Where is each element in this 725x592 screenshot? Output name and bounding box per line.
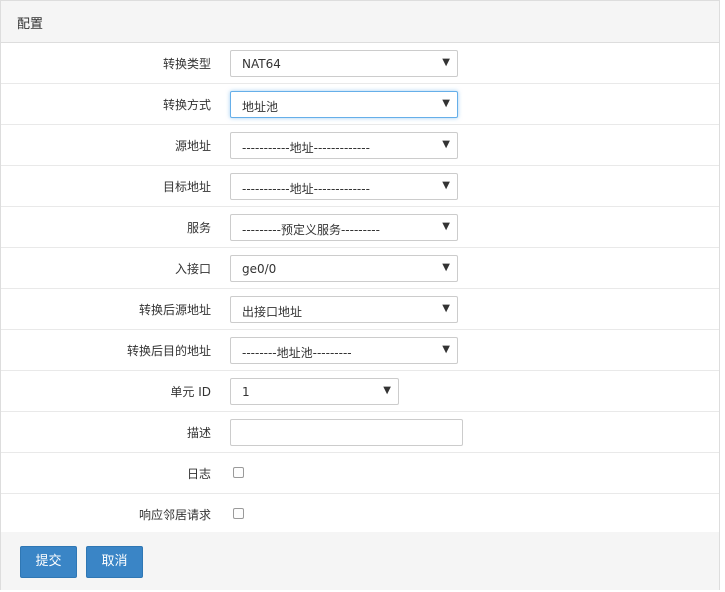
destination-address-value: -----------地址-------------: [242, 182, 370, 196]
form-row-destination-address: 目标地址 -----------地址------------- ▼: [1, 166, 719, 207]
source-address-select[interactable]: -----------地址------------- ▼: [230, 132, 458, 159]
form-row-unit-id: 单元 ID 1 ▼: [1, 371, 719, 412]
ingress-interface-label: 入接口: [174, 262, 211, 276]
dropdown-caret-icon: ▼: [442, 180, 450, 191]
translation-mode-label: 转换方式: [162, 98, 211, 112]
translation-type-label: 转换类型: [162, 57, 211, 71]
submit-button[interactable]: 提交: [20, 546, 77, 578]
translated-destination-select[interactable]: --------地址池--------- ▼: [230, 337, 458, 364]
form-row-service: 服务 ---------预定义服务--------- ▼: [1, 207, 719, 248]
cancel-button[interactable]: 取消: [86, 546, 143, 578]
translated-source-value: 出接口地址: [242, 305, 303, 319]
source-address-label: 源地址: [174, 139, 211, 153]
config-panel: 配置 转换类型 NAT64 ▼ 转换方式 地址池 ▼ 源地址 ---------…: [0, 0, 720, 590]
form-row-translated-source: 转换后源地址 出接口地址 ▼: [1, 289, 719, 330]
translated-source-select[interactable]: 出接口地址 ▼: [230, 296, 458, 323]
panel-heading: 配置: [1, 1, 719, 43]
translation-mode-select[interactable]: 地址池 ▼: [230, 91, 458, 118]
dropdown-caret-icon: ▼: [442, 139, 450, 150]
dropdown-caret-icon: ▼: [383, 385, 391, 396]
translation-mode-value: 地址池: [242, 100, 279, 114]
ingress-interface-value: ge0/0: [242, 262, 277, 276]
form-row-translation-mode: 转换方式 地址池 ▼: [1, 84, 719, 125]
ingress-interface-select[interactable]: ge0/0 ▼: [230, 255, 458, 282]
translated-source-label: 转换后源地址: [138, 303, 211, 317]
dropdown-caret-icon: ▼: [442, 262, 450, 273]
proxy-arp-checkbox[interactable]: [233, 508, 244, 519]
form-row-description: 描述: [1, 412, 719, 453]
destination-address-label: 目标地址: [162, 180, 211, 194]
panel-title: 配置: [17, 17, 44, 32]
source-address-value: -----------地址-------------: [242, 141, 370, 155]
translation-type-value: NAT64: [242, 57, 281, 71]
form-row-proxy-arp: 响应邻居请求: [1, 494, 719, 535]
form-row-source-address: 源地址 -----------地址------------- ▼: [1, 125, 719, 166]
proxy-arp-label: 响应邻居请求: [138, 508, 211, 522]
form-row-translation-type: 转换类型 NAT64 ▼: [1, 43, 719, 84]
translated-destination-value: --------地址池---------: [242, 346, 352, 360]
dropdown-caret-icon: ▼: [442, 344, 450, 355]
form-row-translated-destination: 转换后目的地址 --------地址池--------- ▼: [1, 330, 719, 371]
dropdown-caret-icon: ▼: [442, 98, 450, 109]
service-label: 服务: [186, 221, 211, 235]
translation-type-select[interactable]: NAT64 ▼: [230, 50, 458, 77]
panel-footer: 提交 取消: [1, 532, 719, 590]
dropdown-caret-icon: ▼: [442, 303, 450, 314]
translated-destination-label: 转换后目的地址: [126, 344, 211, 358]
form-row-ingress-interface: 入接口 ge0/0 ▼: [1, 248, 719, 289]
form-row-log: 日志: [1, 453, 719, 494]
service-value: ---------预定义服务---------: [242, 223, 380, 237]
unit-id-select[interactable]: 1 ▼: [230, 378, 399, 405]
unit-id-label: 单元 ID: [170, 385, 211, 399]
dropdown-caret-icon: ▼: [442, 57, 450, 68]
service-select[interactable]: ---------预定义服务--------- ▼: [230, 214, 458, 241]
unit-id-value: 1: [242, 385, 250, 399]
dropdown-caret-icon: ▼: [442, 221, 450, 232]
log-label: 日志: [186, 467, 211, 481]
description-input[interactable]: [230, 419, 463, 446]
destination-address-select[interactable]: -----------地址------------- ▼: [230, 173, 458, 200]
description-label: 描述: [186, 426, 211, 440]
log-checkbox[interactable]: [233, 467, 244, 478]
